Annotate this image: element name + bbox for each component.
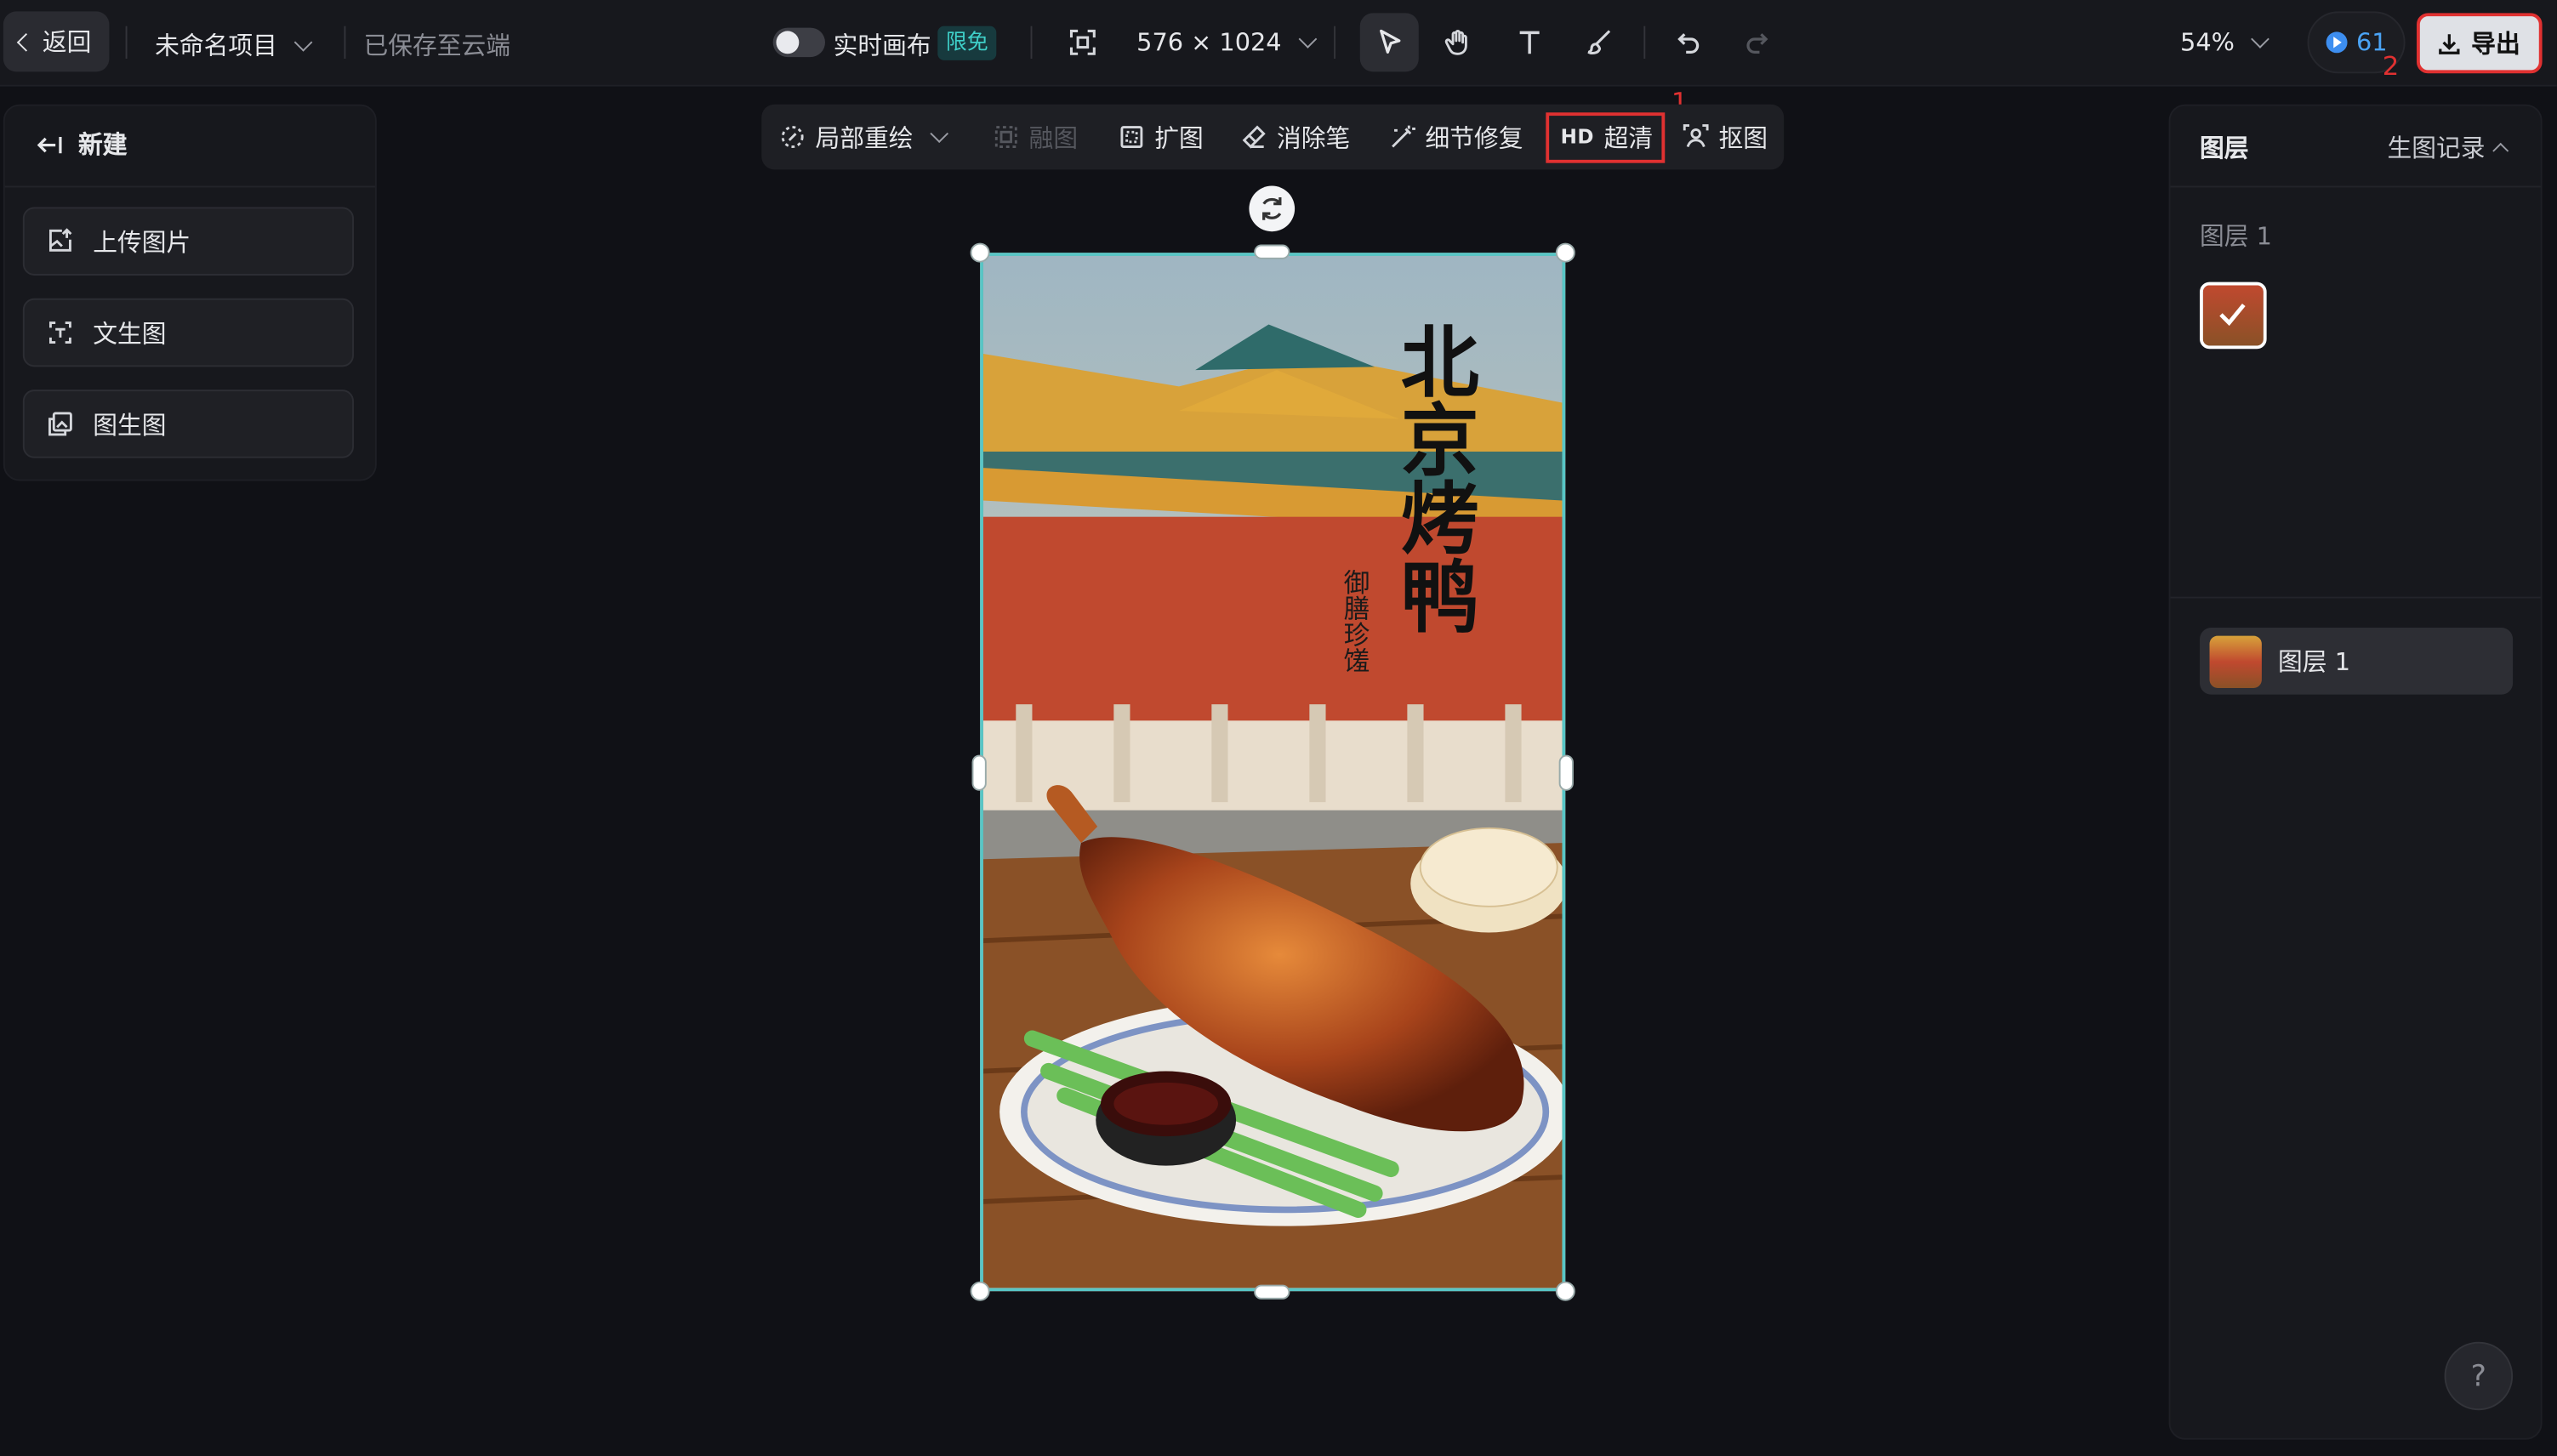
- inpaint-icon: [781, 126, 804, 148]
- project-name-dropdown[interactable]: 未命名项目: [155, 28, 313, 62]
- divider: [2170, 185, 2541, 188]
- brush-tool-button[interactable]: [1570, 13, 1629, 71]
- divider: [344, 26, 346, 60]
- cutout-label: 抠图: [1718, 122, 1768, 153]
- chevron-up-icon: [2492, 142, 2509, 159]
- eraser-tool[interactable]: 消除笔: [1241, 105, 1350, 170]
- blend-label: 融图: [1028, 122, 1079, 153]
- upload-image-icon: [48, 228, 72, 252]
- chevron-down-icon: [2251, 30, 2270, 48]
- redo-icon: [1746, 33, 1768, 54]
- highlight-box: [1546, 112, 1666, 163]
- resize-handle[interactable]: [1254, 244, 1290, 259]
- collapse-left-icon: [37, 136, 62, 153]
- cursor-icon: [1380, 29, 1401, 54]
- text-to-image-button[interactable]: 文生图: [22, 298, 354, 367]
- back-button[interactable]: 返回: [3, 11, 110, 72]
- hand-icon: [1444, 30, 1467, 55]
- upload-image-button[interactable]: 上传图片: [22, 207, 354, 276]
- eraser-label: 消除笔: [1277, 122, 1351, 153]
- inpaint-tool[interactable]: 局部重绘: [779, 105, 949, 170]
- project-name: 未命名项目: [155, 31, 277, 60]
- resize-handle[interactable]: [1254, 1284, 1290, 1300]
- upload-image-label: 上传图片: [93, 227, 191, 257]
- resize-icon[interactable]: [1068, 28, 1098, 64]
- image-to-image-label: 图生图: [93, 410, 167, 440]
- new-panel-title: 新建: [78, 130, 128, 160]
- generation-history-tab[interactable]: 生图记录: [2387, 130, 2509, 164]
- blend-tool: 融图: [993, 105, 1078, 170]
- back-label: 返回: [42, 27, 92, 58]
- realtime-canvas-toggle[interactable]: [772, 27, 826, 58]
- poster-subtitle: 御膳珍馐: [1338, 569, 1370, 674]
- credit-icon: [2326, 31, 2348, 54]
- divider: [1030, 26, 1033, 60]
- layer-section-label: 图层 1: [2200, 221, 2272, 252]
- free-badge: 限免: [937, 26, 997, 60]
- checkmark-icon: [2219, 303, 2246, 327]
- download-icon: [2440, 33, 2461, 54]
- cutout-icon: [1683, 124, 1709, 148]
- expand-label: 扩图: [1154, 122, 1204, 153]
- layer-thumbnail: [2209, 634, 2262, 688]
- text-to-image-label: 文生图: [93, 318, 167, 349]
- chevron-left-icon: [16, 32, 36, 51]
- expand-tool[interactable]: 扩图: [1119, 105, 1204, 170]
- undo-icon: [1677, 33, 1700, 54]
- divider: [1643, 26, 1646, 60]
- canvas-size-dropdown[interactable]: 576 × 1024: [1136, 27, 1318, 58]
- rotate-icon: [1262, 196, 1282, 220]
- app-window: 返回 未命名项目 已保存至云端 实时画布 限免 576 × 1024 54% 6…: [0, 0, 2557, 1456]
- layer-thumbnail-selected[interactable]: [2200, 282, 2267, 350]
- resize-handle[interactable]: [1555, 1281, 1575, 1301]
- generation-history-label: 生图记录: [2387, 134, 2486, 163]
- rotate-handle[interactable]: [1249, 185, 1296, 232]
- select-tool-button[interactable]: [1359, 13, 1419, 72]
- export-label: 导出: [2471, 29, 2520, 60]
- new-panel-header[interactable]: 新建: [36, 128, 128, 162]
- help-button[interactable]: ?: [2444, 1341, 2514, 1411]
- text-icon: [1519, 31, 1540, 54]
- undo-button[interactable]: [1660, 13, 1719, 71]
- redo-button[interactable]: [1727, 13, 1785, 71]
- magic-wand-icon: [1392, 125, 1415, 148]
- chevron-down-icon: [1298, 30, 1318, 48]
- canvas-image[interactable]: 北京烤鸭 御膳珍馐: [980, 253, 1566, 1292]
- blend-icon: [994, 126, 1017, 148]
- detail-repair-tool[interactable]: 细节修复: [1389, 105, 1523, 170]
- image-to-image-button[interactable]: 图生图: [22, 390, 354, 458]
- resize-handle[interactable]: [971, 754, 987, 791]
- brush-icon: [1587, 30, 1611, 55]
- hand-tool-button[interactable]: [1428, 13, 1487, 71]
- divider: [4, 185, 375, 188]
- eraser-icon: [1242, 125, 1266, 149]
- annotation-number: 2: [2382, 50, 2400, 82]
- layer-name: 图层 1: [2278, 647, 2350, 677]
- layer-row[interactable]: 图层 1: [2200, 628, 2514, 695]
- zoom-level: 54%: [2180, 27, 2235, 58]
- cutout-tool[interactable]: 抠图: [1683, 105, 1768, 170]
- realtime-canvas-label: 实时画布: [833, 31, 931, 60]
- save-status: 已保存至云端: [363, 31, 511, 60]
- canvas-size: 576 × 1024: [1136, 27, 1282, 58]
- detail-repair-label: 细节修复: [1425, 122, 1523, 153]
- text-tool-button[interactable]: [1501, 13, 1559, 71]
- expand-icon: [1120, 126, 1143, 148]
- image-to-image-icon: [48, 412, 72, 436]
- chevron-down-icon: [293, 32, 313, 51]
- divider: [1334, 26, 1336, 60]
- divider: [125, 26, 128, 60]
- poster-title: 北京烤鸭: [1386, 321, 1478, 634]
- layers-title[interactable]: 图层: [2200, 130, 2249, 164]
- divider: [2170, 596, 2541, 599]
- resize-handle[interactable]: [970, 242, 990, 263]
- zoom-dropdown[interactable]: 54%: [2180, 27, 2270, 58]
- inpaint-label: 局部重绘: [815, 122, 914, 153]
- export-button[interactable]: 导出: [2416, 13, 2543, 74]
- resize-handle[interactable]: [1558, 754, 1574, 791]
- text-to-image-icon: [48, 321, 71, 344]
- resize-handle[interactable]: [970, 1281, 990, 1301]
- chevron-down-icon: [930, 124, 949, 144]
- resize-handle[interactable]: [1555, 242, 1575, 263]
